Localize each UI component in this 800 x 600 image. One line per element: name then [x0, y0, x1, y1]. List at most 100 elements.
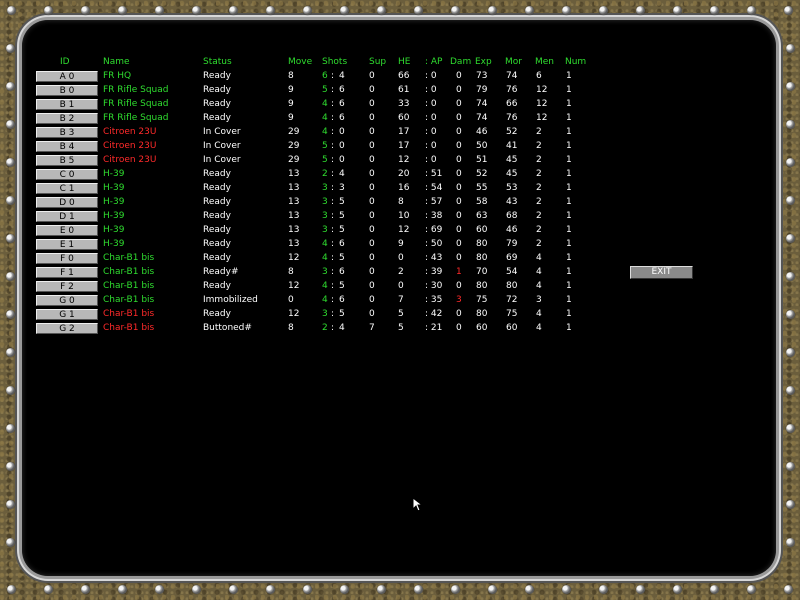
- unit-sup: 0: [369, 169, 375, 179]
- unit-id-button[interactable]: G 2: [36, 323, 98, 334]
- unit-move: 29: [288, 155, 300, 165]
- unit-name: Char-B1 bis: [103, 295, 155, 305]
- unit-shots-b: 4: [339, 323, 345, 333]
- rivet-icon: [377, 6, 386, 15]
- unit-mor: 43: [506, 197, 518, 207]
- unit-move: 8: [288, 71, 294, 81]
- unit-id-button[interactable]: E 1: [36, 239, 98, 250]
- unit-num: 1: [566, 113, 572, 123]
- unit-shots-b: 5: [339, 253, 345, 263]
- unit-dam: 0: [456, 155, 462, 165]
- unit-mor: 45: [506, 155, 518, 165]
- unit-shots-a: 4: [322, 99, 328, 109]
- rivet-icon: [81, 6, 90, 15]
- unit-num: 1: [566, 169, 572, 179]
- unit-he: 61: [398, 85, 410, 95]
- unit-status: Ready: [203, 85, 231, 95]
- unit-shots-a: 4: [322, 239, 328, 249]
- unit-id-button[interactable]: E 0: [36, 225, 98, 236]
- unit-sup: 0: [369, 225, 375, 235]
- unit-move: 12: [288, 309, 300, 319]
- unit-he: 12: [398, 155, 410, 165]
- unit-mor: 74: [506, 71, 518, 81]
- rivet-icon: [6, 272, 15, 281]
- unit-status: Ready: [203, 281, 231, 291]
- rivet-icon: [599, 585, 608, 594]
- rivet-icon: [6, 120, 15, 129]
- unit-id-button[interactable]: G 1: [36, 309, 98, 320]
- exit-button[interactable]: EXIT: [630, 266, 693, 279]
- unit-exp: 51: [476, 155, 488, 165]
- rivet-icon: [44, 6, 53, 15]
- unit-ap: : 50: [425, 239, 443, 249]
- unit-dam: 0: [456, 113, 462, 123]
- rivet-icon: [786, 158, 795, 167]
- shots-separator: :: [331, 267, 335, 277]
- unit-num: 1: [566, 127, 572, 137]
- unit-id-button[interactable]: A 0: [36, 71, 98, 82]
- unit-dam: 0: [456, 239, 462, 249]
- rivet-icon: [710, 585, 719, 594]
- unit-sup: 0: [369, 71, 375, 81]
- header-num: Num: [565, 57, 587, 67]
- unit-men: 2: [536, 211, 542, 221]
- unit-shots-a: 4: [322, 113, 328, 123]
- header-status: Status: [203, 57, 232, 67]
- rivet-icon: [786, 386, 795, 395]
- unit-id-button[interactable]: D 0: [36, 197, 98, 208]
- rivet-icon: [192, 585, 201, 594]
- unit-move: 13: [288, 197, 300, 207]
- rivet-icon: [377, 585, 386, 594]
- rivet-icon: [118, 6, 127, 15]
- unit-he: 17: [398, 141, 410, 151]
- unit-mor: 60: [506, 323, 518, 333]
- unit-dam: 0: [456, 197, 462, 207]
- unit-dam: 0: [456, 141, 462, 151]
- unit-men: 2: [536, 155, 542, 165]
- unit-he: 20: [398, 169, 410, 179]
- unit-id-button[interactable]: C 1: [36, 183, 98, 194]
- unit-move: 0: [288, 295, 294, 305]
- unit-id-button[interactable]: B 5: [36, 155, 98, 166]
- unit-id-button[interactable]: B 3: [36, 127, 98, 138]
- unit-dam: 0: [456, 85, 462, 95]
- unit-shots-b: 0: [339, 155, 345, 165]
- unit-id-button[interactable]: D 1: [36, 211, 98, 222]
- unit-id-button[interactable]: B 4: [36, 141, 98, 152]
- unit-dam: 0: [456, 71, 462, 81]
- rivet-icon: [44, 585, 53, 594]
- unit-id-button[interactable]: B 1: [36, 99, 98, 110]
- unit-id-button[interactable]: G 0: [36, 295, 98, 306]
- unit-id-button[interactable]: F 2: [36, 281, 98, 292]
- unit-exp: 70: [476, 267, 488, 277]
- rivet-icon: [155, 585, 164, 594]
- unit-num: 1: [566, 225, 572, 235]
- unit-status: Ready: [203, 211, 231, 221]
- unit-id-button[interactable]: F 0: [36, 253, 98, 264]
- unit-he: 17: [398, 127, 410, 137]
- rivet-icon: [229, 6, 238, 15]
- unit-id-button[interactable]: B 0: [36, 85, 98, 96]
- unit-shots-b: 6: [339, 239, 345, 249]
- unit-exp: 80: [476, 309, 488, 319]
- unit-exp: 74: [476, 113, 488, 123]
- unit-status: In Cover: [203, 155, 241, 165]
- unit-id-button[interactable]: F 1: [36, 267, 98, 278]
- unit-id-button[interactable]: C 0: [36, 169, 98, 180]
- rivet-icon: [786, 500, 795, 509]
- unit-num: 1: [566, 239, 572, 249]
- unit-ap: : 21: [425, 323, 443, 333]
- unit-shots-a: 3: [322, 183, 328, 193]
- unit-exp: 60: [476, 225, 488, 235]
- unit-he: 8: [398, 197, 404, 207]
- unit-shots-b: 0: [339, 127, 345, 137]
- header-name: Name: [103, 57, 130, 67]
- unit-status: Ready: [203, 71, 231, 81]
- unit-exp: 60: [476, 323, 488, 333]
- unit-move: 9: [288, 85, 294, 95]
- unit-mor: 76: [506, 85, 518, 95]
- unit-dam: 0: [456, 183, 462, 193]
- unit-move: 29: [288, 141, 300, 151]
- unit-id-button[interactable]: B 2: [36, 113, 98, 124]
- shots-separator: :: [331, 127, 335, 137]
